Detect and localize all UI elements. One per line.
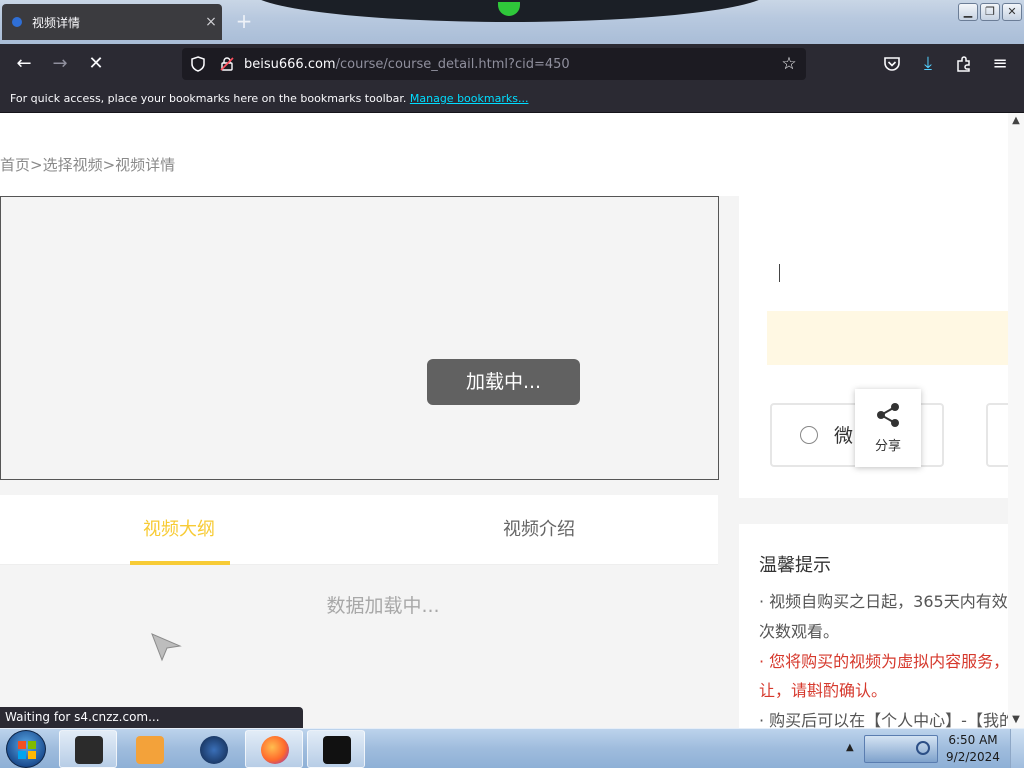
price-highlight-box [767,311,1008,365]
minimize-button[interactable]: ▁ [958,3,978,21]
player-loading-indicator: 加载中... [427,359,580,405]
scroll-up-arrow-icon[interactable]: ▲ [1008,113,1024,129]
windows-taskbar: ▲ 6:50 AM 9/2/2024 [0,728,1024,768]
tab-close-icon[interactable]: × [200,14,222,30]
mouse-pointer-icon [150,632,184,662]
new-tab-button[interactable]: + [232,10,256,34]
firefox-icon [261,736,289,764]
app-window-icon [75,736,103,764]
payment-option-label: 微 [834,425,854,447]
downloads-icon[interactable]: ⤓ [916,52,940,76]
app-menu-icon[interactable]: ≡ [988,52,1012,76]
navigation-toolbar: ← → ✕ beisu666.com/course/course_detail.… [0,44,1024,84]
tray-expand-icon[interactable]: ▲ [846,742,854,753]
restore-button[interactable]: ❐ [980,3,1000,21]
wallpaper-shape [250,0,770,22]
extensions-icon[interactable] [952,52,976,76]
tip-line: · 视频自购买之日起，365天内有效 [759,592,1008,611]
pocket-icon[interactable] [880,52,904,76]
forward-arrow-icon[interactable]: → [48,52,72,76]
taskbar-app-1[interactable] [59,730,117,768]
back-arrow-icon[interactable]: ← [12,52,36,76]
scroll-down-arrow-icon[interactable]: ▼ [1008,712,1024,728]
bookmarks-hint-text: For quick access, place your bookmarks h… [10,92,407,105]
browser-tab-active[interactable]: 视频详情 × [2,4,222,40]
clock-date: 9/2/2024 [946,750,1000,764]
url-text: beisu666.com/course/course_detail.html?c… [244,57,570,72]
media-player-icon [136,736,164,764]
tips-title: 温馨提示 [759,555,831,576]
tab-video-intro[interactable]: 视频介绍 [503,515,575,541]
windows-logo-icon [18,741,36,763]
tip-line: 次数观看。 [759,622,840,641]
tab-title: 视频详情 [32,15,81,30]
page-header-area: 首页>选择视频>视频详情 [0,113,1008,196]
share-icon [874,401,902,433]
text-caret [779,264,780,282]
loading-status-bar: Waiting for s4.cnzz.com... [0,707,303,728]
share-label: 分享 [874,439,901,454]
tip-line: · 购买后可以在【个人中心】-【我的 [759,711,1008,728]
insecure-lock-icon[interactable] [220,57,234,71]
address-bar[interactable]: beisu666.com/course/course_detail.html?c… [182,48,806,80]
url-path: /course/course_detail.html?cid=450 [335,56,570,72]
breadcrumb[interactable]: 首页>选择视频>视频详情 [0,154,175,175]
url-domain: beisu666.com [244,56,336,72]
loading-favicon-icon [12,17,22,27]
taskbar-terminal[interactable] [307,730,365,768]
tab-video-outline[interactable]: 视频大纲 [143,515,215,541]
page-scrollbar[interactable]: ▲ ▼ [1008,113,1024,728]
taskbar-globe-app[interactable] [184,730,242,768]
tip-warning-line: 让，请斟酌确认。 [759,681,888,700]
system-clock[interactable]: 6:50 AM 9/2/2024 [938,732,1008,766]
bookmark-star-icon[interactable]: ☆ [778,53,800,75]
payment-radio[interactable] [800,426,818,444]
active-tab-indicator [130,561,230,565]
globe-icon [200,736,228,764]
terminal-icon [323,736,351,764]
share-button[interactable]: 分享 [855,389,921,467]
window-controls: ▁ ❐ ✕ [958,3,1022,21]
stop-loading-icon[interactable]: ✕ [84,52,108,76]
outline-loading-text: 数据加载中... [326,595,440,617]
bookmarks-toolbar: For quick access, place your bookmarks h… [0,84,1024,113]
tip-warning-line: · 您将购买的视频为虚拟内容服务， [759,652,1008,671]
tracking-shield-icon[interactable] [190,56,206,72]
start-button[interactable] [6,730,46,768]
payment-option-other[interactable] [986,403,1008,467]
taskbar-media-player[interactable] [120,730,178,768]
clock-time: 6:50 AM [948,733,998,747]
browser-tab-strip: 视频详情 × + ▁ ❐ ✕ [0,0,1024,44]
taskbar-firefox[interactable] [245,730,303,768]
manage-bookmarks-link[interactable]: Manage bookmarks... [410,92,529,105]
show-desktop-button[interactable] [1010,729,1024,768]
window-close-button[interactable]: ✕ [1002,3,1022,21]
video-player[interactable] [0,196,719,480]
content-tabs: 视频大纲 视频介绍 [0,495,718,565]
tips-card: 温馨提示 · 视频自购买之日起，365天内有效 次数观看。 · 您将购买的视频为… [739,524,1008,728]
network-icon[interactable] [916,741,930,755]
